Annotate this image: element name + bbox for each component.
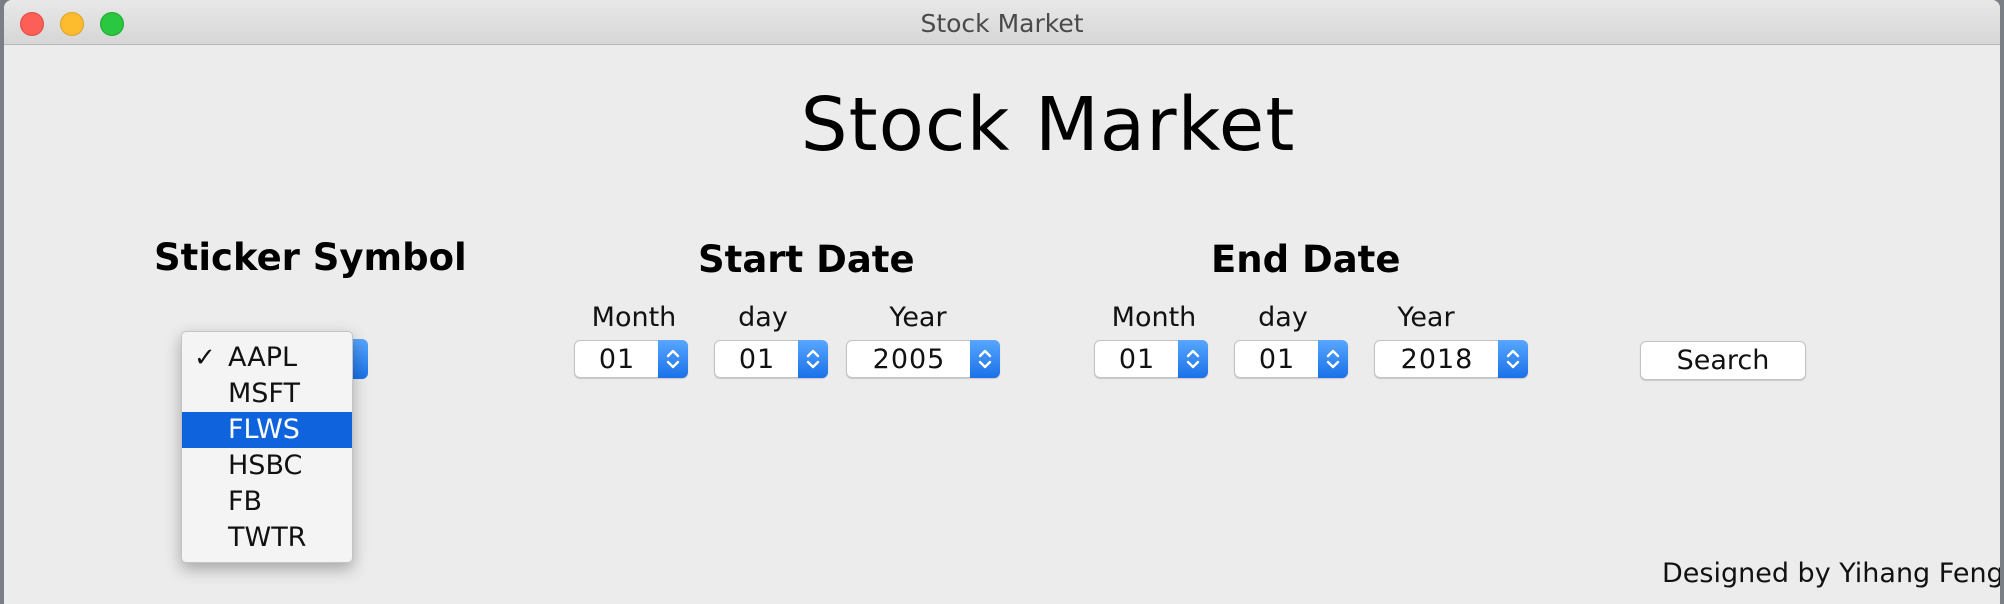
- sticker-symbol-title: Sticker Symbol: [154, 236, 467, 279]
- end-month-stepper[interactable]: [1178, 340, 1208, 378]
- dropdown-item-msft[interactable]: MSFT: [182, 376, 352, 412]
- dropdown-item-label: HSBC: [228, 450, 303, 481]
- end-day-label: day: [1258, 302, 1308, 333]
- dropdown-item-label: AAPL: [228, 342, 298, 373]
- end-day-stepper[interactable]: [1318, 340, 1348, 378]
- dropdown-item-aapl[interactable]: ✓ AAPL: [182, 340, 352, 376]
- end-year-label: Year: [1397, 302, 1455, 333]
- start-month-label: Month: [591, 302, 677, 333]
- end-date-title: End Date: [1211, 238, 1401, 281]
- dropdown-item-label: TWTR: [228, 522, 307, 553]
- start-year-stepper[interactable]: [970, 340, 1000, 378]
- dropdown-item-hsbc[interactable]: HSBC: [182, 448, 352, 484]
- start-year-value[interactable]: 2005: [847, 341, 971, 377]
- dropdown-item-label: MSFT: [228, 378, 300, 409]
- start-month-stepper[interactable]: [658, 340, 688, 378]
- stepper-chevrons-icon: [1186, 349, 1200, 369]
- end-month-label: Month: [1111, 302, 1197, 333]
- dropdown-item-label: FLWS: [228, 414, 300, 445]
- dropdown-item-fb[interactable]: FB: [182, 484, 352, 520]
- designer-credit: Designed by Yihang Feng: [1662, 558, 2000, 589]
- window-title: Stock Market: [920, 9, 1084, 38]
- checkmark-icon: ✓: [194, 343, 216, 373]
- title-bar: Stock Market: [4, 0, 2000, 45]
- start-year-label: Year: [889, 302, 947, 333]
- dropdown-item-flws[interactable]: FLWS: [182, 412, 352, 448]
- dropdown-item-label: FB: [228, 486, 263, 517]
- end-year-stepper[interactable]: [1498, 340, 1528, 378]
- start-month-spinner[interactable]: 01: [574, 340, 688, 378]
- sticker-dropdown-menu: ✓ AAPL MSFT FLWS HSBC FB TWTR: [181, 331, 353, 563]
- stepper-chevrons-icon: [806, 349, 820, 369]
- end-year-value[interactable]: 2018: [1375, 341, 1499, 377]
- stepper-chevrons-icon: [978, 349, 992, 369]
- end-day-spinner[interactable]: 01: [1234, 340, 1348, 378]
- stepper-chevrons-icon: [1326, 349, 1340, 369]
- start-day-stepper[interactable]: [798, 340, 828, 378]
- start-day-spinner[interactable]: 01: [714, 340, 828, 378]
- end-year-spinner[interactable]: 2018: [1374, 340, 1528, 378]
- start-year-spinner[interactable]: 2005: [846, 340, 1000, 378]
- start-day-label: day: [738, 302, 788, 333]
- start-day-value[interactable]: 01: [715, 341, 799, 377]
- dropdown-item-twtr[interactable]: TWTR: [182, 520, 352, 556]
- page-title: Stock Market: [800, 82, 1296, 168]
- app-window: Stock Market Stock Market Sticker Symbol…: [4, 0, 2000, 604]
- search-button[interactable]: Search: [1640, 341, 1806, 380]
- end-day-value[interactable]: 01: [1235, 341, 1319, 377]
- end-month-value[interactable]: 01: [1095, 341, 1179, 377]
- end-month-spinner[interactable]: 01: [1094, 340, 1208, 378]
- start-month-value[interactable]: 01: [575, 341, 659, 377]
- stepper-chevrons-icon: [1506, 349, 1520, 369]
- start-date-title: Start Date: [698, 238, 915, 281]
- stepper-chevrons-icon: [666, 349, 680, 369]
